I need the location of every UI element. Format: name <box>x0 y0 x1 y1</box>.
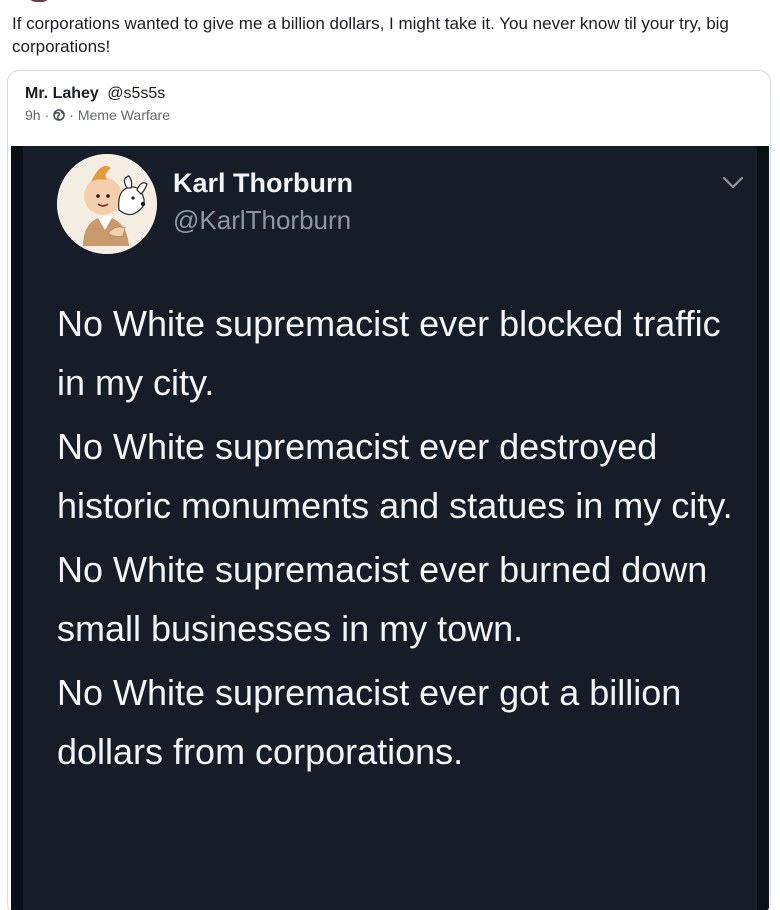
group-name[interactable]: Meme Warfare <box>78 106 170 124</box>
meme-paragraph: No White supremacist ever got a billion … <box>57 672 682 772</box>
commenter-avatar[interactable] <box>28 0 50 2</box>
avatar-illustration <box>57 154 157 254</box>
meme-text: No White supremacist ever blocked traffi… <box>57 294 747 786</box>
author-line: Mr. Lahey @s5s5s <box>25 83 170 104</box>
quoted-post-card[interactable]: Mr. Lahey @s5s5s 9h · · Meme Warfare Kar… <box>7 70 771 910</box>
page: If corporations wanted to give me a bill… <box>0 0 780 910</box>
image-edge <box>11 146 23 910</box>
meme-image[interactable]: Karl Thorburn @KarlThorburn No White sup… <box>11 146 769 910</box>
avatar <box>57 154 157 254</box>
image-edge <box>757 146 769 910</box>
meme-author-handle: @KarlThorburn <box>173 205 352 235</box>
post-meta: 9h · · Meme Warfare <box>25 106 170 124</box>
post-text: If corporations wanted to give me a bill… <box>12 14 729 56</box>
meme-author-name: Karl Thorburn <box>173 168 353 198</box>
quoted-post-header: Mr. Lahey @s5s5s 9h · · Meme Warfare <box>25 83 170 124</box>
author-handle[interactable]: @s5s5s <box>107 85 165 102</box>
meme-paragraph: No White supremacist ever destroyed hist… <box>57 426 733 526</box>
post-time[interactable]: 9h <box>25 106 41 124</box>
globe-icon <box>53 109 66 121</box>
meta-separator: · <box>44 107 50 123</box>
chevron-down-icon <box>722 176 744 189</box>
meme-paragraph: No White supremacist ever burned down sm… <box>57 549 708 649</box>
meme-paragraph: No White supremacist ever blocked traffi… <box>57 303 721 403</box>
meta-separator: · <box>69 107 74 123</box>
author-name[interactable]: Mr. Lahey <box>25 85 99 102</box>
